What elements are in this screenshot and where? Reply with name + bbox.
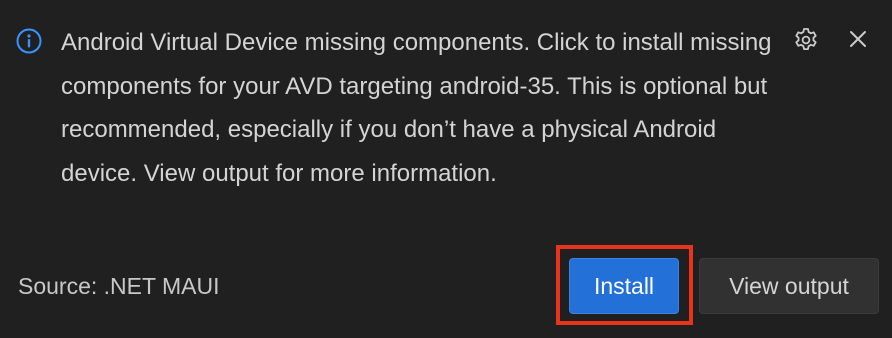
install-button[interactable]: Install — [569, 258, 679, 314]
gear-icon — [792, 26, 820, 59]
info-icon — [16, 28, 42, 54]
close-button[interactable] — [842, 25, 874, 57]
settings-button[interactable] — [789, 25, 823, 59]
notification-toast: Android Virtual Device missing component… — [0, 0, 892, 338]
source-label: Source: .NET MAUI — [18, 273, 220, 299]
view-output-button[interactable]: View output — [699, 258, 879, 314]
notification-message: Android Virtual Device missing component… — [61, 29, 772, 187]
close-icon — [848, 29, 868, 54]
